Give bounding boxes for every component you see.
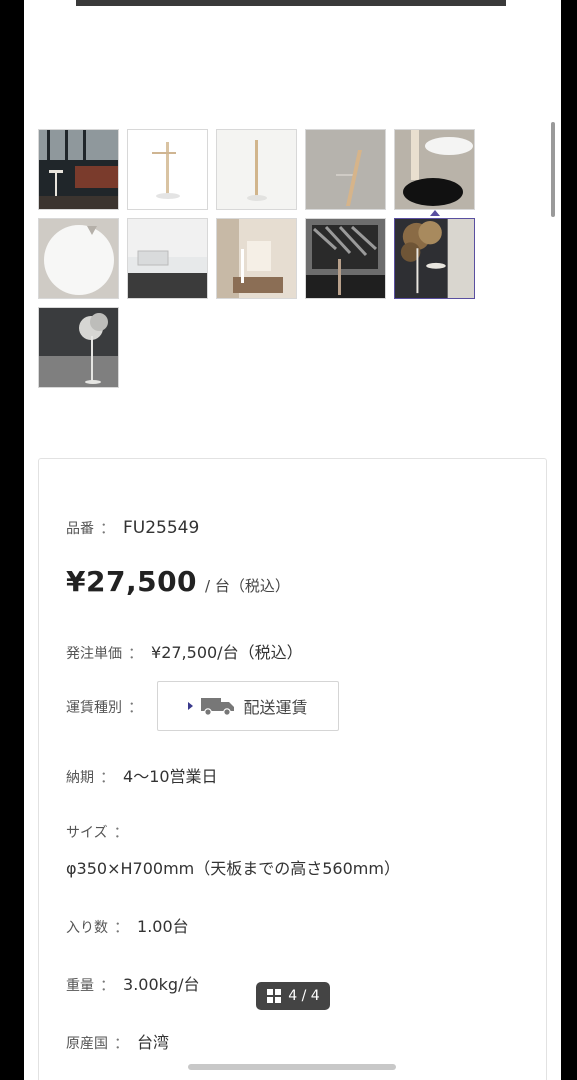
play-arrow-icon: [188, 702, 194, 710]
quantity-label: 入り数: [66, 920, 108, 936]
thumbnail-lamp-front-image: [128, 130, 207, 209]
size-label: サイズ: [66, 825, 108, 841]
price-row: ¥27,500 / 台（税込）: [66, 565, 290, 598]
order-price-value: ¥27,500/台（税込）: [151, 643, 303, 662]
thumbnail-10[interactable]: [394, 218, 475, 299]
thumbnail-7[interactable]: [127, 218, 208, 299]
thumbnail-lamp-detail-image: [306, 130, 385, 209]
thumbnail-bookshelf-image: [306, 219, 385, 298]
price-unit: / 台（税込）: [205, 577, 290, 595]
thumbnail-base-closeup-image: [395, 130, 474, 209]
main-image-bottom-edge: [76, 0, 506, 6]
separator: ：: [113, 823, 129, 841]
size-value-row: φ350×H700mm（天板までの高さ560mm）: [66, 855, 400, 879]
product-page: 品番 ： FU25549 ¥27,500 / 台（税込） 発注単価 ： ¥27,500/台…: [24, 0, 561, 1080]
thumbnail-row: [38, 129, 498, 210]
image-counter-badge[interactable]: 4 / 4: [256, 982, 330, 1010]
origin-label: 原産国: [66, 1036, 108, 1052]
thumbnail-3[interactable]: [216, 129, 297, 210]
product-code-row: 品番 ： FU25549: [66, 517, 199, 538]
grid-icon: [267, 989, 282, 1003]
weight-label: 重量: [66, 978, 94, 994]
shipping-fee-label: 配送運賃: [243, 698, 308, 717]
thumbnail-living-room-image: [39, 130, 118, 209]
thumbnail-9[interactable]: [305, 218, 386, 299]
shipping-type-label: 運賃種別: [66, 700, 122, 716]
order-price-label: 発注単価: [66, 646, 122, 662]
separator: ：: [100, 976, 116, 994]
origin-row: 原産国 ： 台湾: [66, 1029, 169, 1053]
delivery-value: 4〜10営業日: [123, 767, 218, 786]
weight-row: 重量 ： 3.00kg/台: [66, 971, 199, 995]
separator: ：: [128, 644, 144, 662]
thumbnail-4[interactable]: [305, 129, 386, 210]
thumbnail-gallery: [38, 129, 498, 396]
selected-thumbnail-indicator: [430, 210, 440, 216]
truck-icon: [201, 698, 235, 716]
scrollbar[interactable]: [551, 122, 555, 217]
delivery-label: 納期: [66, 770, 94, 786]
thumbnail-8[interactable]: [216, 218, 297, 299]
image-counter-text: 4 / 4: [288, 988, 320, 1004]
thumbnail-1[interactable]: [38, 129, 119, 210]
thumbnail-2[interactable]: [127, 129, 208, 210]
weight-value: 3.00kg/台: [123, 975, 200, 994]
separator: ：: [100, 519, 116, 537]
thumbnail-11[interactable]: [38, 307, 119, 388]
thumbnail-plant-scene-image: [395, 219, 474, 298]
product-code-label: 品番: [66, 521, 94, 537]
home-indicator[interactable]: [188, 1064, 396, 1070]
separator: ：: [114, 918, 130, 936]
thumbnail-lamp-angle-image: [217, 130, 296, 209]
quantity-value: 1.00台: [137, 917, 189, 936]
separator: ：: [128, 698, 144, 716]
delivery-row: 納期 ： 4〜10営業日: [66, 763, 218, 787]
size-label-row: サイズ ：: [66, 821, 137, 842]
product-code-value: FU25549: [123, 518, 200, 538]
order-price-row: 発注単価 ： ¥27,500/台（税込）: [66, 639, 303, 663]
thumbnail-top-view-image: [39, 219, 118, 298]
shipping-fee-button[interactable]: 配送運賃: [157, 681, 339, 731]
shipping-type-row: 運賃種別 ：: [66, 696, 151, 717]
separator: ：: [114, 1034, 130, 1052]
thumbnail-row: [38, 307, 498, 388]
thumbnail-row: [38, 218, 498, 299]
thumbnail-table-detail-image: [128, 219, 207, 298]
quantity-row: 入り数 ： 1.00台: [66, 913, 189, 937]
thumbnail-5[interactable]: [394, 129, 475, 210]
thumbnail-plant-dark-image: [39, 308, 118, 387]
origin-value: 台湾: [137, 1033, 170, 1052]
separator: ：: [100, 768, 116, 786]
price-main: ¥27,500: [66, 565, 198, 598]
thumbnail-6[interactable]: [38, 218, 119, 299]
thumbnail-bedroom-image: [217, 219, 296, 298]
size-value: φ350×H700mm（天板までの高さ560mm）: [66, 859, 400, 878]
